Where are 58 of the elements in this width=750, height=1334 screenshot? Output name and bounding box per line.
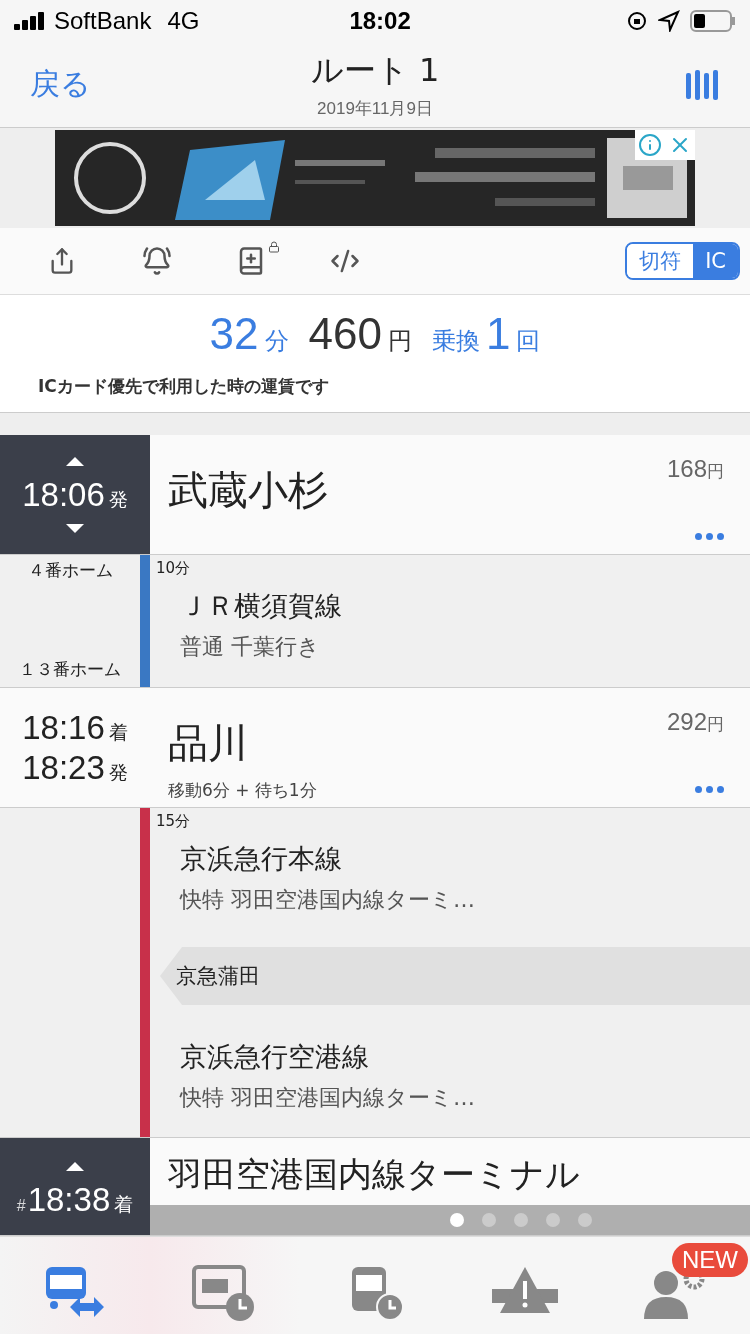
- fare-type-toggle[interactable]: IC: [693, 244, 738, 278]
- transfer-label: 乗換: [431, 326, 480, 357]
- transfer-unit: 回: [516, 326, 541, 357]
- duration-unit: 分: [264, 326, 289, 357]
- route-title: ルート 1: [310, 50, 440, 91]
- stop-time: 18:16 着: [22, 708, 128, 747]
- transfer-count: 1: [485, 309, 511, 359]
- more-button[interactable]: [695, 533, 724, 540]
- section-fare: 292円: [666, 708, 724, 736]
- network-type: 4G: [167, 7, 200, 35]
- stop-time: 18:06 発: [22, 475, 128, 514]
- train-service: 快特 羽田空港国内線ターミ…: [180, 1084, 476, 1112]
- duration-value: 32: [209, 309, 259, 359]
- station-name: 品川: [168, 719, 248, 768]
- ride-duration: 10分: [156, 559, 192, 578]
- arrival-platform: １３番ホーム: [19, 658, 121, 681]
- section-fare: 168円: [666, 455, 724, 483]
- later-arrow[interactable]: [66, 523, 84, 533]
- page-dot[interactable]: [450, 1213, 464, 1227]
- more-button[interactable]: [695, 786, 724, 793]
- train-service: 普通 千葉行き: [180, 633, 321, 661]
- stop-time: #18:38 着: [16, 1181, 134, 1219]
- info-icon: [638, 133, 662, 157]
- line-name: 京浜急行空港線: [180, 1040, 370, 1074]
- signal-icon: [14, 12, 46, 30]
- ride-duration: 15分: [156, 812, 192, 831]
- page-dot[interactable]: [514, 1213, 528, 1227]
- earlier-arrow[interactable]: [66, 1162, 84, 1171]
- bars-icon[interactable]: [686, 69, 720, 100]
- page-dot[interactable]: [578, 1213, 592, 1227]
- battery-icon: [690, 10, 736, 32]
- fare-value: 460: [308, 309, 382, 359]
- ad-close-button[interactable]: [665, 130, 695, 160]
- clock-time: 18:02: [349, 7, 411, 35]
- stop-time: 18:23 発: [22, 748, 128, 787]
- departure-platform: ４番ホーム: [27, 559, 113, 582]
- earlier-arrow[interactable]: [66, 456, 84, 466]
- location-arrow-icon: [658, 10, 680, 32]
- bell-icon: [142, 246, 172, 276]
- line-name: ＪＲ横須賀線: [180, 589, 343, 623]
- carrier-name: SoftBank: [54, 7, 152, 35]
- tab-bar-item[interactable]: NEW: [600, 1237, 750, 1334]
- page-dot[interactable]: [482, 1213, 496, 1227]
- ad-info-button[interactable]: [635, 130, 665, 160]
- lock-icon: [268, 241, 280, 253]
- transfer-time-note: 移動6分 + 待ち1分: [168, 779, 317, 802]
- route-date: 2019年11月9日: [317, 98, 433, 120]
- train-service: 快特 羽田空港国内線ターミ…: [180, 886, 476, 914]
- station-name: 羽田空港国内線ターミナル: [168, 1153, 580, 1196]
- fare-type-toggle[interactable]: 切符: [627, 244, 694, 278]
- station-name: 武蔵小杉: [168, 466, 328, 515]
- line-name: 京浜急行本線: [180, 842, 343, 876]
- transfer-station: 京急蒲田: [160, 947, 750, 1005]
- fare-unit: 円: [387, 326, 412, 357]
- fare-note: ICカード優先で利用した時の運賃です: [38, 375, 330, 398]
- back-button[interactable]: 戻る: [30, 64, 91, 105]
- page-dot[interactable]: [546, 1213, 560, 1227]
- new-badge: NEW: [672, 1243, 748, 1277]
